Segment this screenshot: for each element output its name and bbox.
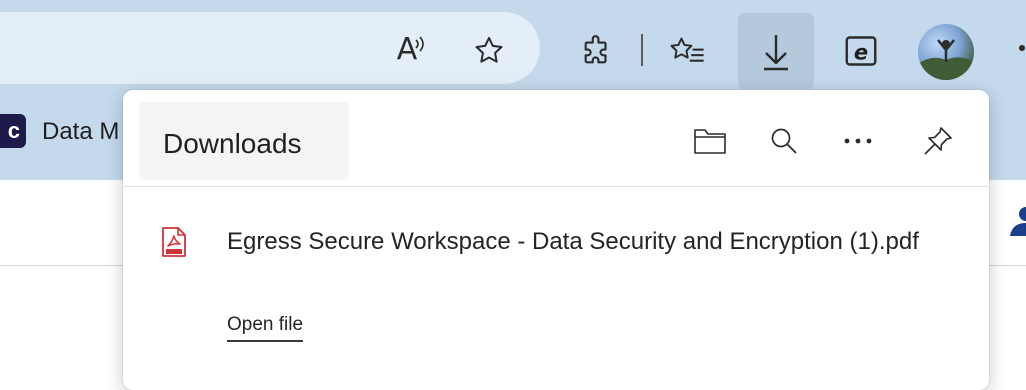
favorites-button[interactable] <box>664 28 710 74</box>
ellipsis-icon <box>844 138 872 144</box>
internet-explorer-icon: e <box>845 36 877 66</box>
person-icon[interactable] <box>1008 206 1026 236</box>
pin-downloads-button[interactable] <box>913 116 963 166</box>
avatar-photo-icon <box>918 39 974 80</box>
add-favorite-button[interactable] <box>466 28 512 74</box>
favorite-site-icon: c <box>0 114 26 148</box>
search-icon <box>771 128 797 154</box>
more-options-button[interactable] <box>833 116 883 166</box>
ie-mode-button[interactable]: e <box>838 28 884 74</box>
profile-avatar[interactable] <box>918 24 974 80</box>
search-downloads-button[interactable] <box>759 116 809 166</box>
downloads-header: Downloads <box>123 90 989 187</box>
read-aloud-button[interactable]: A <box>384 30 430 70</box>
download-item[interactable]: Egress Secure Workspace - Data Security … <box>123 210 989 360</box>
favorites-list-icon <box>670 37 704 62</box>
open-downloads-folder-button[interactable] <box>685 116 735 166</box>
star-icon <box>475 36 503 63</box>
extensions-button[interactable] <box>574 28 620 74</box>
download-file-name[interactable]: Egress Secure Workspace - Data Security … <box>227 224 957 260</box>
download-icon <box>764 35 788 71</box>
sound-waves-icon <box>415 36 424 52</box>
puzzle-icon <box>584 35 607 64</box>
browser-toolbar: A e <box>0 0 1026 92</box>
downloads-button[interactable] <box>738 13 814 89</box>
downloads-title: Downloads <box>163 128 302 159</box>
address-bar[interactable] <box>0 12 540 84</box>
pdf-file-icon <box>162 227 186 257</box>
settings-more-icon[interactable] <box>1010 40 1026 56</box>
svg-text:e: e <box>854 40 868 64</box>
folder-icon <box>694 129 726 154</box>
toolbar-divider <box>641 34 643 66</box>
open-file-link[interactable]: Open file <box>227 314 304 342</box>
favorite-item-label[interactable]: Data M <box>42 118 119 146</box>
downloads-panel: Downloads Egress Secure Workspace - Data… <box>123 90 989 390</box>
pin-icon <box>924 127 952 155</box>
